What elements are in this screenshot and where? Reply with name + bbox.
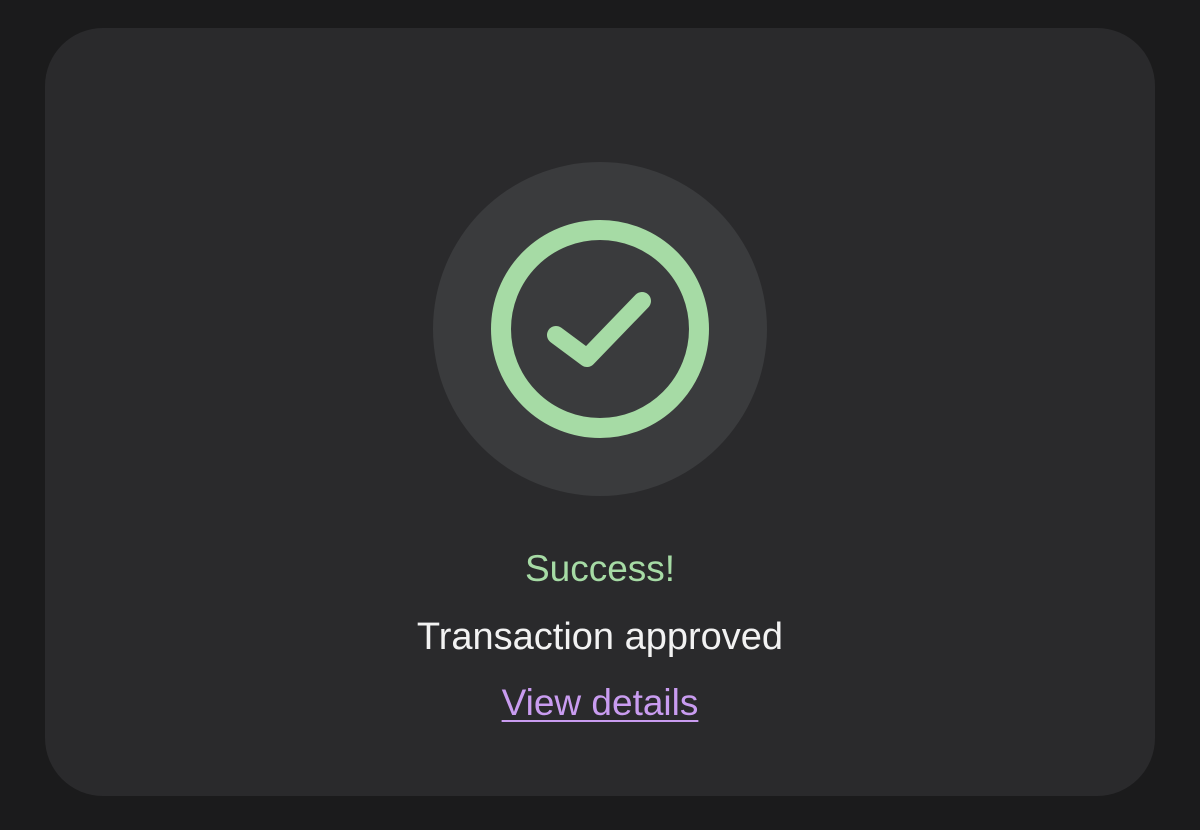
success-ring xyxy=(491,220,709,438)
view-details-link[interactable]: View details xyxy=(502,682,699,723)
success-card: Success! Transaction approved View detai… xyxy=(45,28,1155,796)
details-link-row: View details xyxy=(45,678,1155,728)
transaction-status-text: Transaction approved xyxy=(416,616,784,658)
checkmark-circle-icon xyxy=(491,220,709,438)
status-icon-backdrop xyxy=(433,162,767,496)
checkmark xyxy=(547,292,651,367)
success-title: Success! xyxy=(524,548,676,589)
